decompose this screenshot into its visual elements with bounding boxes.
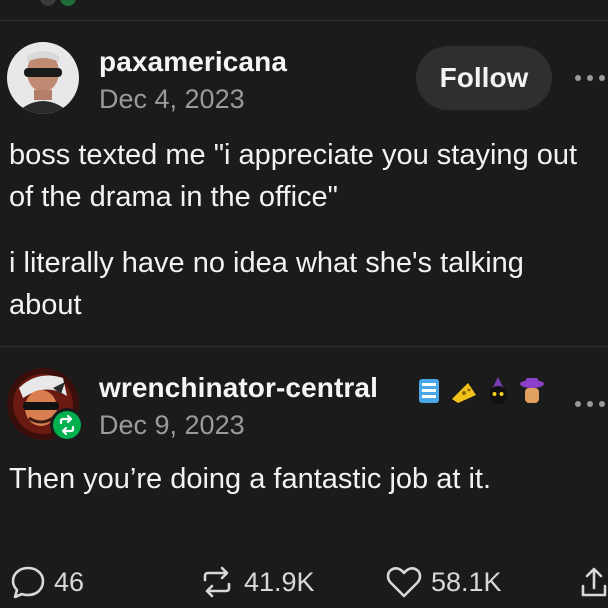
badge-witch-cat-icon[interactable] bbox=[482, 375, 514, 407]
post-date: Dec 4, 2023 bbox=[99, 84, 245, 114]
cropped-top-toolbar bbox=[0, 0, 608, 12]
reblog-badge-icon bbox=[59, 414, 75, 436]
likes-count: 58.1K bbox=[431, 566, 502, 597]
tumblr-post-screen: paxamericana Dec 4, 2023 Follow boss tex… bbox=[0, 0, 608, 608]
reblog-icon bbox=[203, 566, 231, 598]
post-paragraph-2: i literally have no idea what she's talk… bbox=[9, 247, 524, 321]
follow-button[interactable]: Follow bbox=[416, 46, 552, 110]
more-options-icon[interactable] bbox=[575, 73, 608, 83]
cropped-icon bbox=[60, 0, 76, 6]
reblog-badge bbox=[50, 408, 84, 442]
badge-purple-hat-hand-icon[interactable] bbox=[516, 375, 548, 407]
author-username[interactable]: paxamericana bbox=[99, 46, 287, 78]
share-action[interactable] bbox=[580, 562, 608, 602]
badge-yellow-cheese-icon[interactable] bbox=[448, 375, 480, 407]
reply-author-username[interactable]: wrenchinator-central bbox=[99, 372, 378, 404]
comment-icon bbox=[11, 566, 45, 599]
divider bbox=[0, 346, 608, 347]
comments-action[interactable]: 46 bbox=[10, 562, 84, 602]
likes-action[interactable]: 58.1K bbox=[385, 562, 502, 602]
author-avatar[interactable] bbox=[7, 42, 79, 114]
reblogs-action[interactable]: 41.9K bbox=[198, 562, 315, 602]
cropped-icon bbox=[40, 0, 56, 6]
reply-date: Dec 9, 2023 bbox=[99, 410, 245, 440]
badge-blue-robot-icon[interactable] bbox=[413, 375, 445, 407]
comments-count: 46 bbox=[54, 566, 85, 597]
share-icon bbox=[581, 567, 607, 597]
reply-text: Then you’re doing a fantastic job at it. bbox=[9, 463, 492, 495]
divider bbox=[0, 20, 608, 21]
reply-more-options-icon[interactable] bbox=[575, 399, 608, 409]
reblogs-count: 41.9K bbox=[244, 566, 315, 597]
heart-icon bbox=[386, 567, 422, 598]
post-paragraph-1: boss texted me "i appreciate you staying… bbox=[9, 139, 578, 213]
